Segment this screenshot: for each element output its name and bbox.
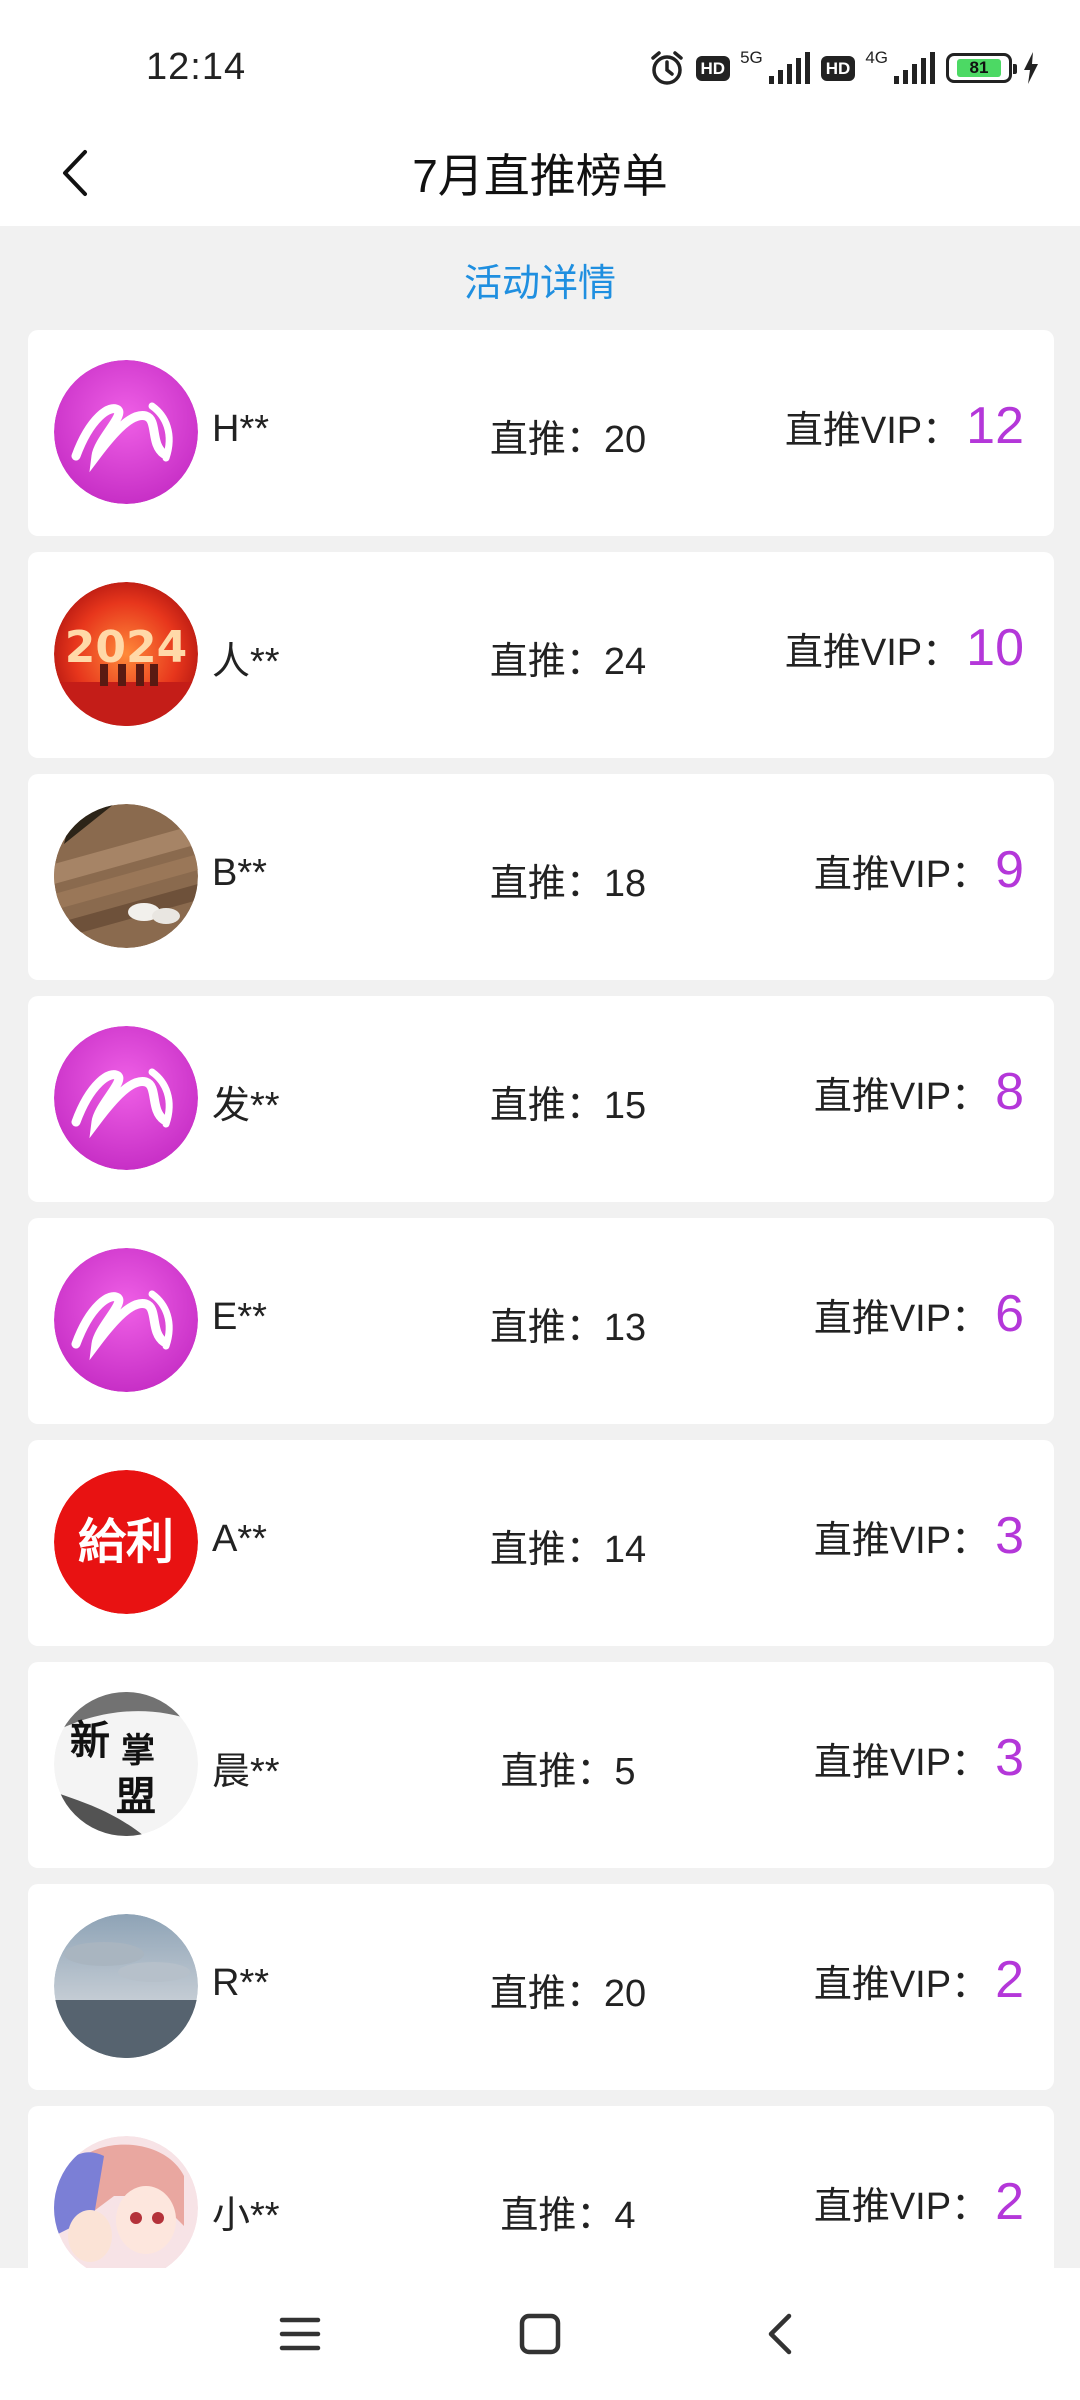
network-5g-label: 5G	[740, 48, 763, 67]
vip-label: 直推VIP：	[813, 1742, 990, 1784]
ranking-item: 发** 直推：15 直推VIP： 8	[28, 996, 1054, 1202]
user-name: 小**	[212, 2195, 280, 2237]
user-name: B**	[212, 852, 267, 894]
page-title: 7月直推榜单	[412, 150, 668, 202]
status-icons: HD 5G HD 4G 81	[648, 48, 1041, 88]
ranking-item: E** 直推：13 直推VIP： 6	[28, 1218, 1054, 1424]
red-2024-avatar: 2024	[54, 582, 198, 726]
vip-count: 直推VIP： 9	[814, 840, 1024, 900]
system-back-button[interactable]	[745, 2299, 815, 2369]
avatar-ink-char-3: 盟	[116, 1773, 156, 1820]
pink-logo-avatar	[54, 360, 198, 504]
vip-value: 3	[995, 1729, 1024, 1787]
vip-count: 直推VIP： 3	[814, 1506, 1024, 1566]
ranking-item: H** 直推：20 直推VIP： 12	[28, 330, 1054, 536]
vip-label: 直推VIP：	[813, 2186, 990, 2228]
hd-badge-2: HD	[820, 55, 856, 81]
vip-value: 3	[995, 1507, 1024, 1565]
user-name: A**	[212, 1518, 267, 1560]
vip-value: 2	[995, 1951, 1024, 2009]
anime-avatar	[54, 2136, 198, 2280]
vip-count: 直推VIP： 8	[814, 1062, 1024, 1122]
vip-count: 直推VIP： 6	[814, 1284, 1024, 1344]
vip-value: 6	[995, 1285, 1024, 1343]
back-chevron-icon	[768, 2313, 792, 2355]
vip-label: 直推VIP：	[813, 1964, 990, 2006]
battery-icon: 81	[946, 53, 1017, 83]
ranking-item: R** 直推：20 直推VIP： 2	[28, 1884, 1054, 2090]
vip-count: 直推VIP： 12	[785, 396, 1024, 456]
vip-value: 12	[966, 397, 1024, 455]
user-name: H**	[212, 408, 270, 450]
charging-icon	[1022, 52, 1040, 84]
vip-value: 9	[995, 841, 1024, 899]
direct-count: 直推：13	[489, 1307, 647, 1349]
ranking-item: 新 掌 盟 晨** 直推：5 直推VIP： 3	[28, 1662, 1054, 1868]
sea-sky-avatar	[54, 1914, 198, 2058]
ranking-item: B** 直推：18 直推VIP： 9	[28, 774, 1054, 980]
pink-logo-avatar	[54, 1026, 198, 1170]
direct-count: 直推：20	[489, 419, 647, 461]
direct-count: 直推：5	[500, 1751, 636, 1793]
menu-button[interactable]	[265, 2299, 335, 2369]
system-nav-bar	[0, 2268, 1080, 2400]
signal-icon	[767, 52, 811, 84]
ranking-list: H** 直推：20 直推VIP： 12 2024 人** 直推：24 直推VIP…	[28, 330, 1054, 2328]
ranking-item: 2024 人** 直推：24 直推VIP： 10	[28, 552, 1054, 758]
vip-count: 直推VIP： 10	[785, 618, 1024, 678]
vip-label: 直推VIP：	[813, 1520, 990, 1562]
battery-level: 81	[957, 59, 1001, 77]
direct-count: 直推：20	[489, 1973, 647, 2015]
user-name: 发**	[212, 1085, 280, 1127]
activity-details-link[interactable]: 活动详情	[0, 252, 1080, 307]
network-4g-label: 4G	[865, 48, 888, 67]
vip-value: 8	[995, 1063, 1024, 1121]
direct-count: 直推：14	[489, 1529, 647, 1571]
vip-count: 直推VIP： 3	[814, 1728, 1024, 1788]
home-square-icon	[519, 2313, 561, 2355]
avatar-calligraphy-text: 給利	[78, 1514, 174, 1570]
photo-deck-avatar	[54, 804, 198, 948]
menu-icon	[279, 2317, 321, 2351]
vip-value: 10	[966, 619, 1024, 677]
avatar-ink-char-2: 掌	[121, 1731, 155, 1771]
header: 7月直推榜单	[0, 120, 1080, 226]
user-name: 晨**	[212, 1751, 280, 1793]
vip-value: 2	[995, 2173, 1024, 2231]
avatar-ink-char-1: 新	[70, 1717, 110, 1764]
vip-label: 直推VIP：	[813, 854, 990, 896]
ranking-item: 給利 A** 直推：14 直推VIP： 3	[28, 1440, 1054, 1646]
status-time: 12:14	[146, 46, 247, 88]
vip-count: 直推VIP： 2	[814, 2172, 1024, 2232]
direct-count: 直推：4	[500, 2195, 636, 2237]
user-name: R**	[212, 1962, 270, 2004]
vip-label: 直推VIP：	[813, 1076, 990, 1118]
vip-label: 直推VIP：	[813, 1298, 990, 1340]
signal-icon-2	[892, 52, 936, 84]
status-bar: 12:14 HD 5G HD 4G 81	[0, 0, 1080, 120]
vip-label: 直推VIP：	[784, 632, 961, 674]
ink-calligraphy-avatar: 新 掌 盟	[54, 1692, 198, 1836]
red-calligraphy-avatar: 給利	[54, 1470, 198, 1614]
direct-count: 直推：18	[489, 863, 647, 905]
vip-count: 直推VIP： 2	[814, 1950, 1024, 2010]
hd-badge: HD	[695, 55, 731, 81]
user-name: E**	[212, 1296, 267, 1338]
direct-count: 直推：24	[489, 641, 647, 683]
pink-logo-avatar	[54, 1248, 198, 1392]
user-name: 人**	[212, 641, 280, 683]
direct-count: 直推：15	[489, 1085, 647, 1127]
alarm-icon	[648, 49, 686, 87]
vip-label: 直推VIP：	[784, 410, 961, 452]
home-button[interactable]	[505, 2299, 575, 2369]
